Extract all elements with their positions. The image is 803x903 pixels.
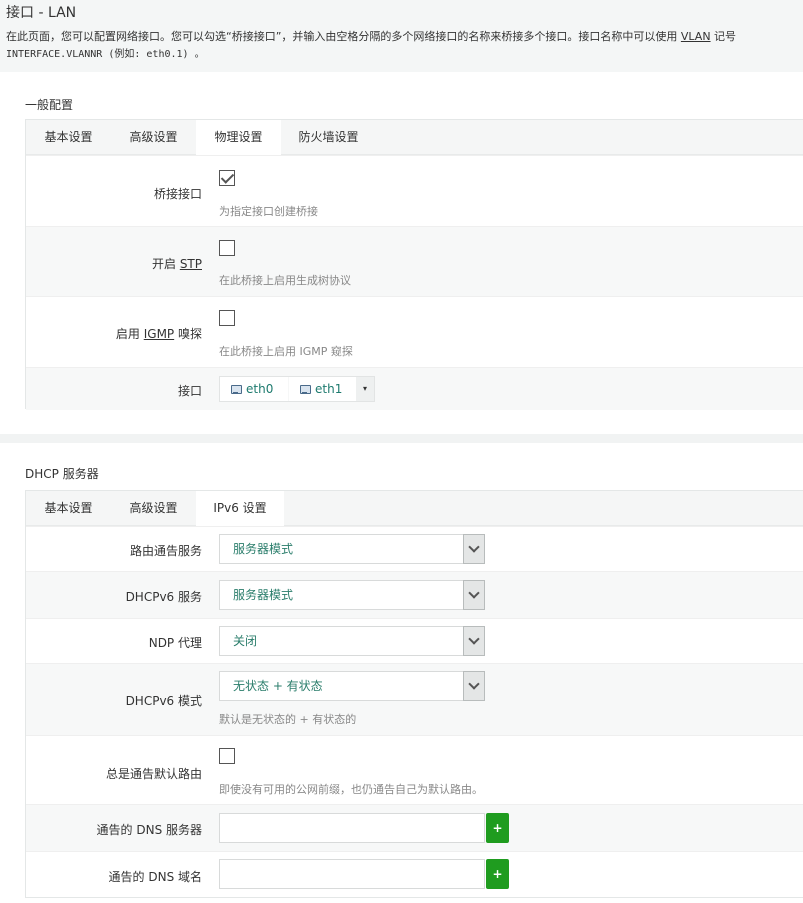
chevron-down-icon bbox=[463, 671, 485, 701]
tab-basic[interactable]: 基本设置 bbox=[26, 120, 111, 155]
row-ndp: NDP 代理 关闭 bbox=[26, 618, 803, 663]
igmp-label: 启用 IGMP 嗅探 bbox=[26, 325, 202, 342]
dhcpv6-select-value: 服务器模式 bbox=[233, 588, 294, 602]
default-route-label: 总是通告默认路由 bbox=[105, 767, 202, 781]
row-stp: 开启 STP 在此桥接上启用生成树协议 bbox=[26, 226, 803, 296]
iface-chip-eth0[interactable]: eth0 bbox=[220, 377, 288, 401]
network-port-icon bbox=[230, 383, 242, 395]
ndp-label: NDP 代理 bbox=[148, 636, 202, 650]
stp-checkbox[interactable] bbox=[219, 240, 235, 256]
tab-dhcp-ipv6[interactable]: IPv6 设置 bbox=[196, 491, 284, 527]
general-tabs: 基本设置 高级设置 物理设置 防火墙设置 bbox=[26, 120, 803, 156]
row-dhcpv6-mode: DHCPv6 模式 无状态 + 有状态 默认是无状态的 + 有状态的 bbox=[26, 663, 803, 735]
row-dns-server: 通告的 DNS 服务器 + bbox=[26, 804, 803, 851]
dns-domain-input[interactable] bbox=[219, 859, 485, 889]
page-header: 接口 - LAN 在此页面，您可以配置网络接口。您可以勾选“桥接接口”，并输入由… bbox=[0, 0, 803, 72]
dhcpv6-label: DHCPv6 服务 bbox=[125, 590, 202, 604]
dhcpv6-mode-label: DHCPv6 模式 bbox=[125, 694, 202, 708]
page-description: 在此页面，您可以配置网络接口。您可以勾选“桥接接口”，并输入由空格分隔的多个网络… bbox=[6, 28, 736, 46]
dhcpv6-select[interactable]: 服务器模式 bbox=[219, 580, 485, 610]
vlan-link[interactable]: VLAN bbox=[681, 30, 711, 43]
dhcp-server-section: DHCP 服务器 基本设置 高级设置 IPv6 设置 路由通告服务 服务器模式 … bbox=[0, 443, 803, 903]
chevron-down-icon bbox=[463, 626, 485, 656]
chevron-down-icon[interactable]: ▾ bbox=[356, 377, 374, 401]
dhcp-tabs: 基本设置 高级设置 IPv6 设置 bbox=[26, 491, 803, 527]
igmp-hint: 在此桥接上启用 IGMP 窥探 bbox=[219, 345, 353, 358]
general-config-section: 一般配置 基本设置 高级设置 物理设置 防火墙设置 桥接接口 为指定接口创建桥接… bbox=[0, 72, 803, 434]
row-interfaces: 接口 eth0 eth1 ▾ bbox=[26, 367, 803, 410]
iface-name: eth0 bbox=[246, 382, 274, 396]
chevron-down-icon bbox=[463, 580, 485, 610]
desc-text-end: 记号 bbox=[710, 30, 737, 43]
chevron-down-icon bbox=[463, 534, 485, 564]
interfaces-dropdown[interactable]: eth0 eth1 ▾ bbox=[219, 376, 375, 402]
dhcpv6-mode-hint: 默认是无状态的 + 有状态的 bbox=[219, 713, 357, 726]
dns-server-add-button[interactable]: + bbox=[486, 813, 509, 843]
ndp-select-value: 关闭 bbox=[233, 634, 258, 648]
igmp-link[interactable]: IGMP bbox=[144, 327, 174, 341]
bridge-hint: 为指定接口创建桥接 bbox=[219, 205, 318, 218]
bridge-label: 桥接接口 bbox=[153, 187, 202, 201]
row-ra: 路由通告服务 服务器模式 bbox=[26, 526, 803, 571]
row-dhcpv6: DHCPv6 服务 服务器模式 bbox=[26, 571, 803, 618]
dns-domain-label: 通告的 DNS 域名 bbox=[108, 870, 202, 884]
dns-server-label: 通告的 DNS 服务器 bbox=[96, 823, 202, 837]
iface-name: eth1 bbox=[315, 382, 343, 396]
ra-select-value: 服务器模式 bbox=[233, 542, 294, 556]
dhcpv6-mode-select-value: 无状态 + 有状态 bbox=[233, 679, 323, 693]
stp-label: 开启 STP bbox=[26, 255, 202, 272]
igmp-label-suffix: 嗅探 bbox=[174, 327, 202, 341]
iface-chip-eth1[interactable]: eth1 bbox=[289, 377, 357, 401]
bridge-checkbox[interactable] bbox=[219, 170, 235, 186]
stp-hint: 在此桥接上启用生成树协议 bbox=[219, 274, 351, 287]
section-title-dhcp: DHCP 服务器 bbox=[25, 467, 99, 481]
section-title-general: 一般配置 bbox=[25, 98, 74, 112]
tab-advanced[interactable]: 高级设置 bbox=[111, 120, 196, 155]
stp-link[interactable]: STP bbox=[180, 257, 202, 271]
general-config-panel: 基本设置 高级设置 物理设置 防火墙设置 桥接接口 为指定接口创建桥接 开启 S… bbox=[25, 119, 803, 410]
default-route-hint: 即使没有可用的公网前缀，也仍通告自己为默认路由。 bbox=[219, 783, 483, 796]
interfaces-label: 接口 bbox=[177, 384, 202, 398]
network-port-icon bbox=[299, 383, 311, 395]
page-title: 接口 - LAN bbox=[6, 5, 77, 21]
igmp-checkbox[interactable] bbox=[219, 310, 235, 326]
row-dns-domain: 通告的 DNS 域名 + bbox=[26, 851, 803, 899]
tab-dhcp-basic[interactable]: 基本设置 bbox=[26, 491, 111, 526]
row-igmp: 启用 IGMP 嗅探 在此桥接上启用 IGMP 窥探 bbox=[26, 296, 803, 367]
dhcp-server-panel: 基本设置 高级设置 IPv6 设置 路由通告服务 服务器模式 DHCPv6 服务… bbox=[25, 490, 803, 898]
page-description-code: INTERFACE.VLANNR (例如: eth0.1) 。 bbox=[6, 49, 205, 60]
dhcpv6-mode-select[interactable]: 无状态 + 有状态 bbox=[219, 671, 485, 701]
dns-server-input[interactable] bbox=[219, 813, 485, 843]
tab-physical[interactable]: 物理设置 bbox=[196, 120, 281, 156]
row-default-route: 总是通告默认路由 即使没有可用的公网前缀，也仍通告自己为默认路由。 bbox=[26, 735, 803, 804]
dns-domain-add-button[interactable]: + bbox=[486, 859, 509, 889]
ndp-select[interactable]: 关闭 bbox=[219, 626, 485, 656]
ra-select[interactable]: 服务器模式 bbox=[219, 534, 485, 564]
row-bridge: 桥接接口 为指定接口创建桥接 bbox=[26, 155, 803, 226]
default-route-checkbox[interactable] bbox=[219, 748, 235, 764]
tab-firewall[interactable]: 防火墙设置 bbox=[281, 120, 376, 155]
igmp-label-text: 启用 bbox=[115, 327, 144, 341]
stp-label-text: 开启 bbox=[151, 257, 180, 271]
desc-text: 在此页面，您可以配置网络接口。您可以勾选“桥接接口”，并输入由空格分隔的多个网络… bbox=[6, 30, 681, 43]
tab-dhcp-advanced[interactable]: 高级设置 bbox=[111, 491, 196, 526]
ra-label: 路由通告服务 bbox=[129, 544, 202, 558]
